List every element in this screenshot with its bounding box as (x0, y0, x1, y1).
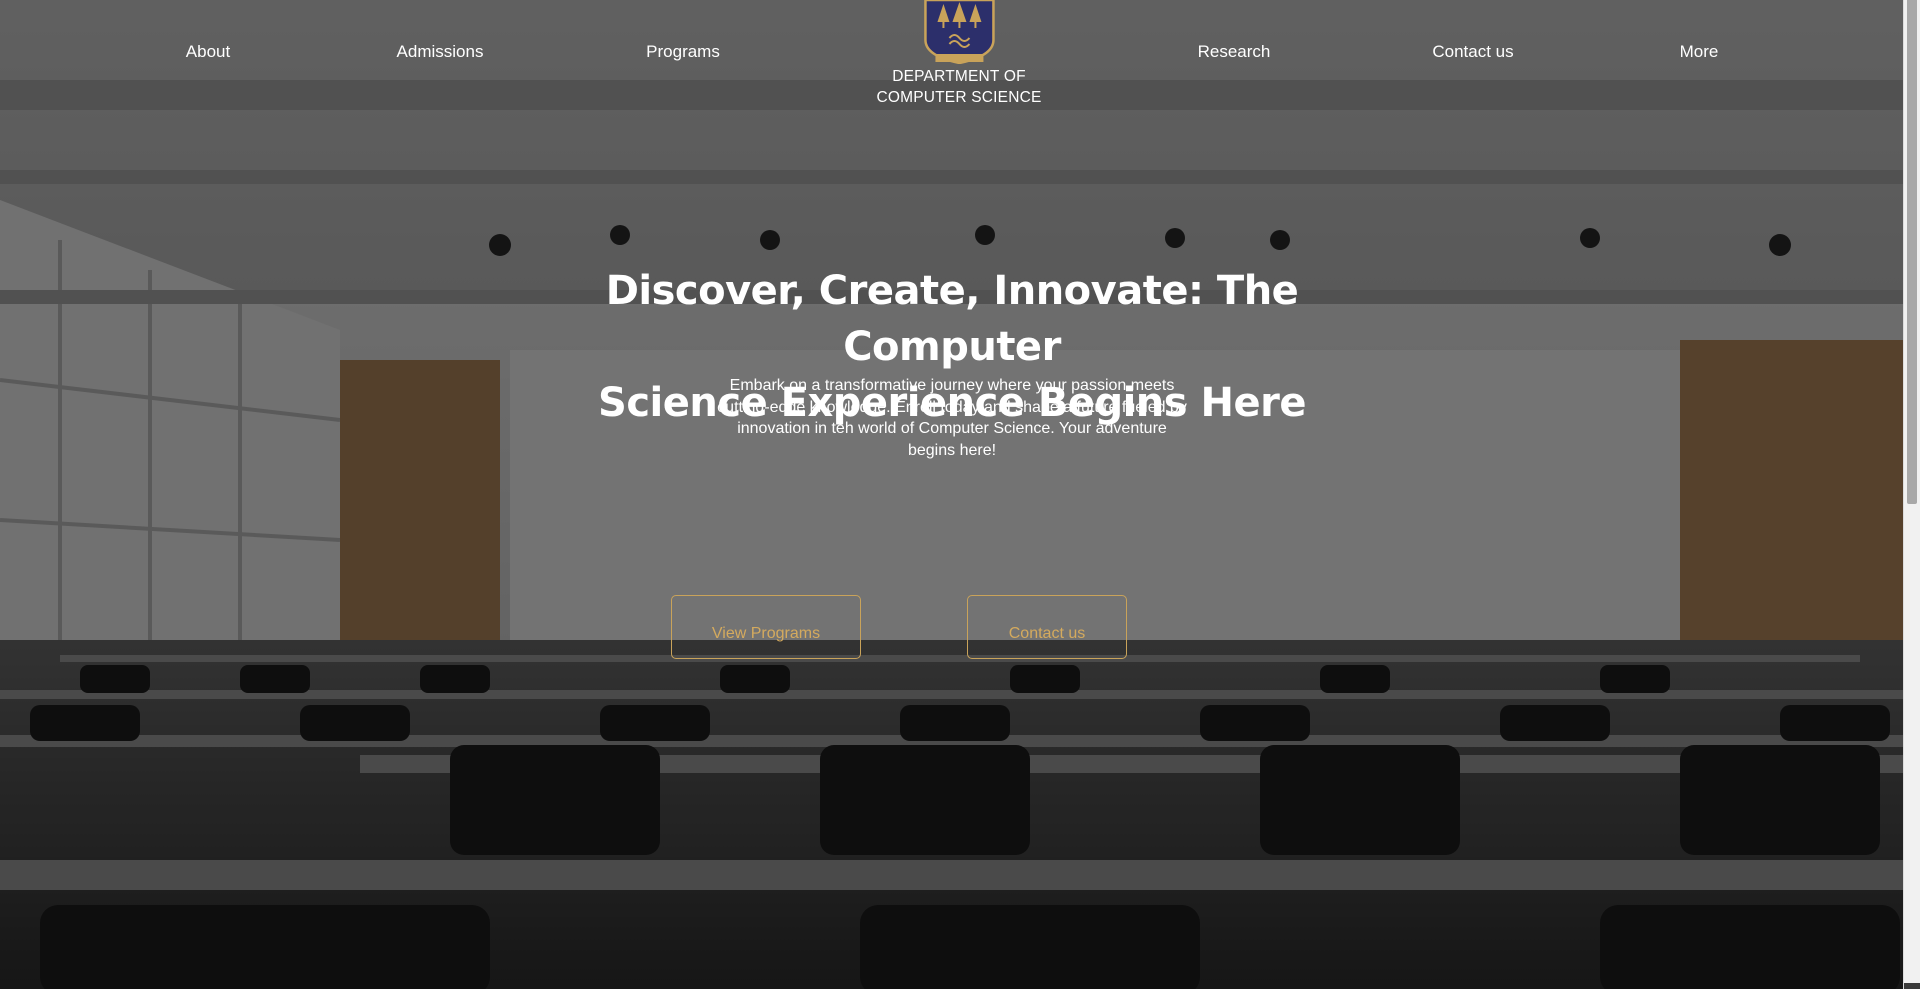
nav-more[interactable]: More (1680, 42, 1719, 62)
hero-subtitle: Embark on a transformative journey where… (717, 377, 1187, 459)
scrollbar-bottom-edge (1904, 983, 1920, 989)
browser-viewport: About Admissions Programs DEPARTMENT OF … (0, 0, 1920, 989)
main-navigation: About Admissions Programs DEPARTMENT OF … (0, 0, 1904, 110)
nav-contact-us[interactable]: Contact us (1432, 42, 1513, 62)
scrollbar-thumb[interactable] (1907, 0, 1917, 504)
department-brand[interactable]: DEPARTMENT OF COMPUTER SCIENCE (876, 0, 1041, 108)
brand-title: DEPARTMENT OF COMPUTER SCIENCE (876, 66, 1041, 108)
nav-admissions[interactable]: Admissions (397, 42, 484, 62)
view-programs-button[interactable]: View Programs (671, 595, 861, 659)
page-scrollbar[interactable] (1903, 0, 1920, 989)
hero-title-line-1: Discover, Create, Innovate: The Computer (605, 268, 1299, 370)
nav-about[interactable]: About (186, 42, 230, 62)
department-crest-icon (923, 0, 995, 64)
landing-page: About Admissions Programs DEPARTMENT OF … (0, 0, 1904, 989)
brand-line-1: DEPARTMENT OF (892, 68, 1026, 85)
dark-overlay (0, 0, 1904, 989)
contact-us-button[interactable]: Contact us (967, 595, 1127, 659)
brand-line-2: COMPUTER SCIENCE (876, 89, 1042, 106)
nav-research[interactable]: Research (1198, 42, 1271, 62)
nav-programs[interactable]: Programs (646, 42, 720, 62)
